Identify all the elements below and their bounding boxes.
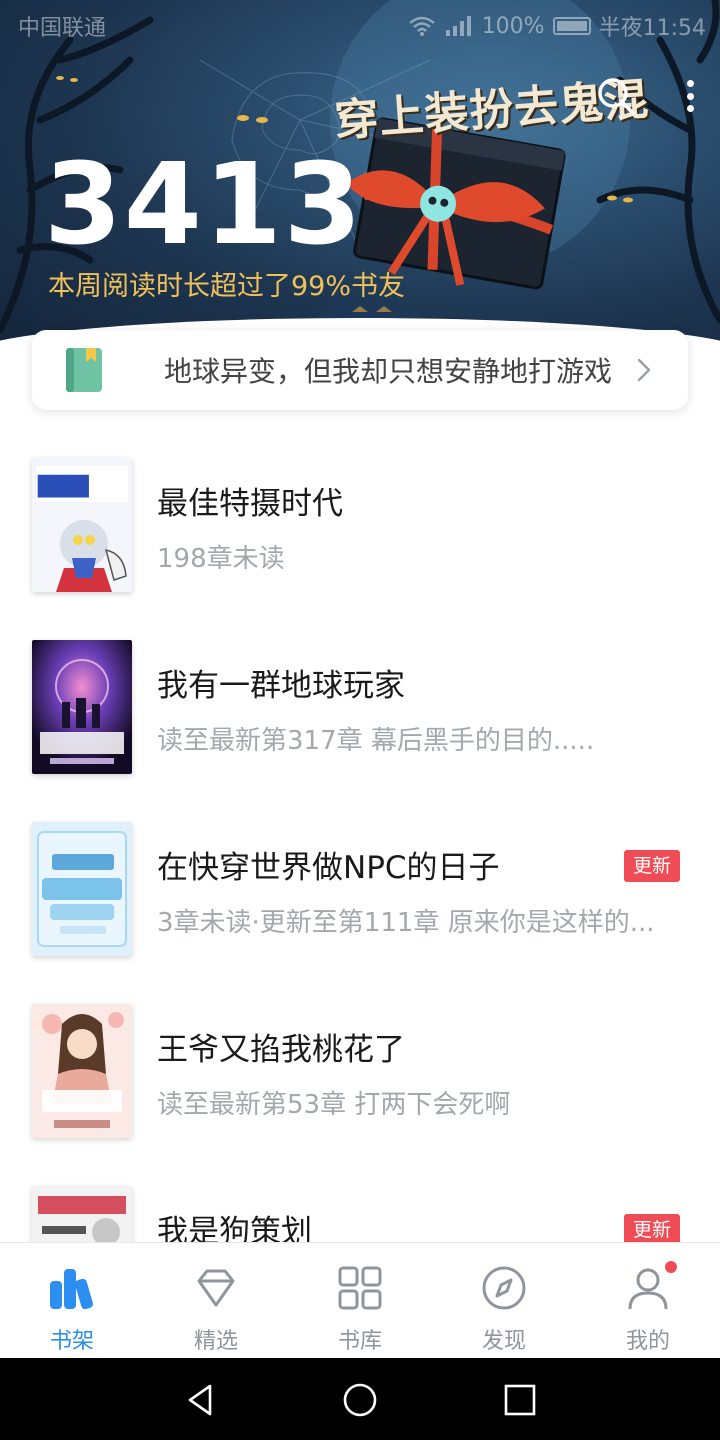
tab-label: 发现: [481, 1329, 526, 1354]
user-icon-wrap: [623, 1259, 679, 1313]
status-bar: 中国联通 100% 半夜11:54: [0, 0, 720, 50]
book-progress: 3章未读·更新至第111章 原来你是这样的...: [157, 908, 655, 938]
tab-featured[interactable]: 精选: [144, 1243, 288, 1358]
book-item[interactable]: 在快穿世界做NPC的日子 3章未读·更新至第111章 原来你是这样的... 更新: [0, 808, 720, 990]
book-icon: [66, 348, 102, 392]
weekly-reading-rank: 本周阅读时长超过了99%书友: [48, 271, 406, 302]
book-cover: [32, 1004, 132, 1138]
search-button[interactable]: [594, 74, 638, 118]
top-actions: [594, 74, 696, 118]
diamond-icon: [197, 1269, 235, 1307]
book-progress: 198章未读: [157, 544, 285, 574]
book-title: 最佳特摄时代: [157, 486, 343, 522]
carrier-name: 中国联通: [18, 16, 107, 41]
chevron-right-icon: [637, 358, 651, 382]
book-title: 王爷又掐我桃花了: [157, 1032, 405, 1068]
bookshelf-icon: [50, 1269, 93, 1310]
tab-label: 我的: [625, 1329, 670, 1354]
status-right: 100% 半夜11:54: [408, 10, 706, 42]
more-dot-icon: [686, 92, 694, 100]
tab-library[interactable]: 书库: [288, 1243, 432, 1358]
bottom-tab-bar: 书架 精选 书库 发现 我的: [0, 1242, 720, 1358]
update-badge: 更新: [623, 1214, 680, 1242]
book-cover: [32, 822, 132, 956]
book-cover: ▇▇▇: [32, 458, 132, 592]
bookshelf-list: ▇▇▇ 最佳特摄时代 198章未读 我有一群地球玩家 读至最新第317章 幕后黑…: [0, 444, 720, 1242]
more-menu-button[interactable]: [684, 74, 696, 118]
svg-text:▇▇▇: ▇▇▇: [37, 473, 90, 498]
continue-reading-title: 地球异变，但我却只想安静地打游戏: [164, 355, 613, 388]
update-badge: 更新: [623, 850, 680, 882]
book-cover: [32, 640, 132, 774]
book-item[interactable]: 王爷又掐我桃花了 读至最新第53章 打两下会死啊: [0, 990, 720, 1172]
book-item[interactable]: 我是狗策划 更新: [0, 1172, 720, 1242]
book-title: 在快穿世界做NPC的日子: [157, 850, 500, 886]
home-icon[interactable]: [340, 1380, 380, 1420]
book-item[interactable]: ▇▇▇ 最佳特摄时代 198章未读: [0, 444, 720, 626]
book-progress: 读至最新第53章 打两下会死啊: [157, 1090, 511, 1120]
tab-label: 书库: [337, 1329, 382, 1354]
more-dot-icon: [686, 105, 694, 112]
more-dot-icon: [686, 80, 694, 87]
tab-label: 书架: [49, 1329, 94, 1354]
tab-profile[interactable]: 我的: [576, 1243, 720, 1358]
tab-bookshelf[interactable]: 书架: [0, 1243, 144, 1358]
back-icon[interactable]: [180, 1380, 220, 1420]
grid-icon: [338, 1266, 382, 1310]
book-progress: 读至最新第317章 幕后黑手的目的.....: [157, 726, 595, 756]
status-time: 半夜11:54: [598, 16, 706, 41]
book-title: 我是狗策划: [157, 1214, 312, 1242]
header-banner: 中国联通 100% 半夜11:54 穿上装扮去鬼混 3413 本周阅读时长超过了…: [0, 0, 720, 360]
book-cover: [32, 1186, 132, 1242]
recents-icon[interactable]: [500, 1380, 540, 1420]
book-item[interactable]: 我有一群地球玩家 读至最新第317章 幕后黑手的目的.....: [0, 626, 720, 808]
book-title: 我有一群地球玩家: [157, 668, 405, 704]
wifi-icon: [408, 16, 435, 36]
tab-label: 精选: [193, 1329, 238, 1354]
signal-icon: [445, 16, 471, 36]
search-icon: [598, 78, 635, 115]
system-navigation-bar: [0, 1358, 720, 1440]
weekly-reading-minutes: 3413: [44, 140, 364, 270]
notification-dot: [663, 1259, 679, 1275]
compass-icon: [482, 1266, 526, 1310]
battery-icon: [552, 17, 591, 35]
continue-reading-card[interactable]: 地球异变，但我却只想安静地打游戏: [32, 330, 688, 410]
tab-discover[interactable]: 发现: [432, 1243, 576, 1358]
battery-percent: 100%: [481, 13, 545, 39]
